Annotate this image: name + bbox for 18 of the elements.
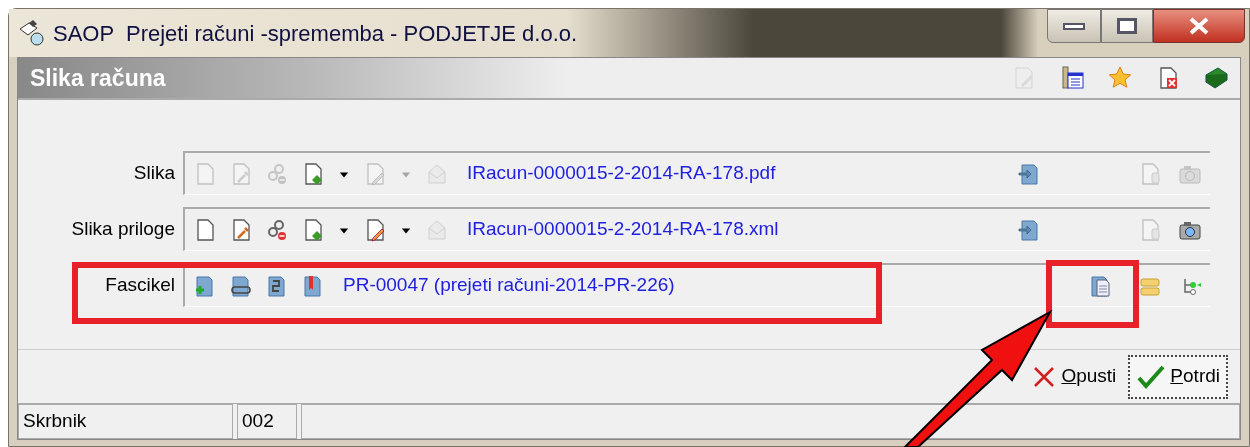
status-field: 002 — [237, 404, 297, 439]
checkmark-icon — [1136, 363, 1167, 390]
minimize-button[interactable] — [1047, 9, 1101, 43]
attachment-link[interactable]: IRacun-0000015-2-2014-RA-178.xml — [467, 215, 779, 244]
close-button[interactable] — [1153, 9, 1245, 43]
row-label: Fascikel — [104, 272, 176, 297]
attachment-link[interactable]: IRacun-0000015-2-2014-RA-178.pdf — [467, 159, 776, 188]
cancel-button[interactable]: Opusti — [1025, 354, 1123, 399]
app-icon — [17, 19, 47, 47]
row-label: Slika — [132, 160, 176, 185]
close-icon — [1187, 16, 1211, 36]
panel-title: Slika računa — [30, 63, 166, 93]
confirm-button[interactable]: Potrdi — [1128, 354, 1228, 399]
maximize-button[interactable] — [1101, 9, 1153, 43]
row-label: Slika priloge — [70, 216, 176, 241]
status-field: Skrbnik — [18, 404, 233, 439]
attachment-link[interactable]: PR-00047 (prejeti računi-2014-PR-226) — [343, 271, 675, 300]
window-title: SAOP Prejeti računi -sprememba - PODJETJE d.o.o. — [53, 19, 578, 48]
